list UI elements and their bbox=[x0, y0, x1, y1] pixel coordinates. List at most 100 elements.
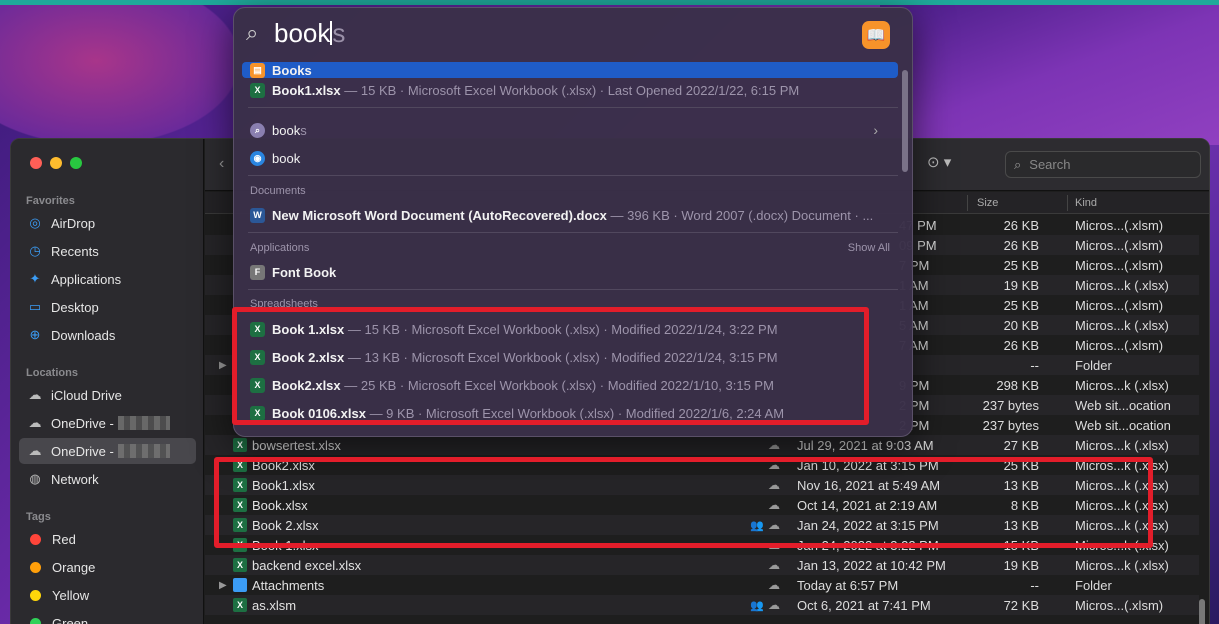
more-options-icon[interactable]: ⊙ ▾ bbox=[927, 153, 951, 171]
file-list-scrollbar[interactable] bbox=[1199, 599, 1205, 624]
spotlight-result-row[interactable]: X Book1.xlsx — 15 KB · Microsoft Excel W… bbox=[242, 76, 898, 104]
table-row[interactable]: X Book2.xlsx ☁ Jan 10, 2022 at 3:15 PM 25 KB… bbox=[205, 455, 1199, 475]
sidebar-item-airdrop[interactable]: ◎ AirDrop bbox=[19, 210, 196, 236]
disclosure-triangle-icon[interactable]: ▶ bbox=[219, 580, 227, 591]
cloud-download-icon[interactable]: ☁ bbox=[768, 538, 780, 552]
result-name: Book1.xlsx bbox=[272, 82, 341, 98]
result-meta: — 13 KB · Microsoft Excel Workbook (.xls… bbox=[344, 349, 778, 365]
file-kind: Folder bbox=[1075, 357, 1112, 373]
result-title: Book 2.xlsx — 13 KB · Microsoft Excel Wo… bbox=[272, 350, 778, 365]
file-size: 25 KB bbox=[1003, 257, 1039, 273]
search-icon: ⌕ bbox=[250, 122, 265, 138]
minimize-window-button[interactable] bbox=[50, 157, 62, 169]
file-kind: Micros...k (.xlsx) bbox=[1075, 437, 1169, 453]
sidebar-item-desktop[interactable]: ▭ Desktop bbox=[19, 294, 196, 320]
wallpaper-shape bbox=[880, 5, 1219, 145]
section-heading-documents: Documents bbox=[250, 185, 306, 197]
sidebar-section-tags: Tags bbox=[26, 511, 51, 523]
sidebar-tag-red[interactable]: Red bbox=[19, 526, 196, 552]
result-meta: — 396 KB · Word 2007 (.docx) Document · … bbox=[606, 207, 874, 223]
finder-search-input[interactable]: ⌕ Search bbox=[1005, 151, 1201, 178]
sidebar-item-label: OneDrive - bbox=[51, 443, 114, 459]
file-size: 13 KB bbox=[1003, 477, 1039, 493]
sidebar-tag-green[interactable]: Green bbox=[19, 610, 196, 624]
cloud-download-icon[interactable]: ☁ bbox=[768, 518, 780, 532]
file-size: 298 KB bbox=[996, 377, 1039, 393]
spotlight-result-row[interactable]: F Font Book bbox=[242, 258, 898, 286]
section-divider bbox=[248, 289, 898, 290]
cloud-download-icon[interactable]: ☁ bbox=[768, 478, 780, 492]
cloud-download-icon[interactable]: ☁ bbox=[768, 458, 780, 472]
spotlight-result-row[interactable]: X Book 2.xlsx — 13 KB · Microsoft Excel … bbox=[242, 343, 898, 371]
result-name: New Microsoft Word Document (AutoRecover… bbox=[272, 207, 607, 223]
spotlight-result-row[interactable]: X Book 1.xlsx — 15 KB · Microsoft Excel … bbox=[242, 315, 898, 343]
table-row[interactable]: X Book1.xlsx ☁ Nov 16, 2021 at 5:49 AM 13 KB… bbox=[205, 475, 1199, 495]
cloud-download-icon[interactable]: ☁ bbox=[768, 598, 780, 612]
column-header-kind[interactable]: Kind bbox=[1075, 197, 1097, 209]
back-icon[interactable]: ‹ bbox=[219, 155, 224, 173]
cloud-download-icon[interactable]: ☁ bbox=[768, 438, 780, 452]
sidebar-item-network[interactable]: ◍ Network bbox=[19, 466, 196, 492]
file-name: bowsertest.xlsx bbox=[252, 437, 341, 453]
cloud-icon: ☁ bbox=[28, 443, 42, 458]
spotlight-query[interactable]: books bbox=[274, 18, 345, 49]
file-size: 72 KB bbox=[1003, 597, 1039, 613]
word-file-icon: W bbox=[250, 207, 265, 223]
table-row[interactable]: Xbowsertest.xlsx ☁ Jul 29, 2021 at 9:03 AM… bbox=[205, 435, 1199, 455]
suggestion-typed: book bbox=[272, 122, 301, 138]
sidebar-item-downloads[interactable]: ⊕ Downloads bbox=[19, 322, 196, 348]
file-kind: Micros...k (.xlsx) bbox=[1075, 377, 1169, 393]
globe-icon: ◍ bbox=[29, 471, 41, 486]
spotlight-result-row[interactable]: W New Microsoft Word Document (AutoRecov… bbox=[242, 201, 898, 229]
file-kind: Web sit...ocation bbox=[1075, 417, 1171, 433]
sidebar-section-locations: Locations bbox=[26, 367, 78, 379]
disclosure-triangle-icon[interactable]: ▶ bbox=[219, 360, 227, 371]
file-size: 237 bytes bbox=[982, 417, 1039, 433]
spotlight-search-field[interactable]: ⌕ books 📖 bbox=[234, 8, 912, 60]
cloud-download-icon[interactable]: ☁ bbox=[768, 498, 780, 512]
excel-file-icon: X bbox=[250, 377, 265, 393]
redacted-account-name bbox=[117, 416, 170, 430]
excel-file-icon: X bbox=[250, 349, 265, 365]
table-row[interactable]: X Book.xlsx ☁ Oct 14, 2021 at 2:19 AM 8 KB Mi… bbox=[205, 495, 1199, 515]
spotlight-suggestion-row[interactable]: ◉ book bbox=[242, 144, 898, 172]
file-name: backend excel.xlsx bbox=[252, 557, 362, 573]
file-kind: Micros...(.xlsm) bbox=[1075, 257, 1164, 273]
table-row[interactable]: ▶ Attachments ☁ Today at 6:57 PM -- Folder bbox=[205, 575, 1199, 595]
column-header-size[interactable]: Size bbox=[977, 197, 998, 209]
excel-file-icon: X bbox=[233, 518, 247, 532]
spotlight-result-row[interactable]: X Book2.xlsx — 25 KB · Microsoft Excel W… bbox=[242, 371, 898, 399]
file-size: 27 KB bbox=[1003, 437, 1039, 453]
cloud-download-icon[interactable]: ☁ bbox=[768, 558, 780, 572]
sidebar-item-applications[interactable]: ✦ Applications bbox=[19, 266, 196, 292]
sidebar-item-onedrive-2[interactable]: ☁ OneDrive - bbox=[19, 438, 196, 464]
file-name: Book 2.xlsx bbox=[252, 517, 319, 533]
redacted-account-name bbox=[117, 444, 170, 458]
show-all-link[interactable]: Show All bbox=[848, 242, 890, 254]
table-row[interactable]: Xbackend excel.xlsx ☁ Jan 13, 2022 at 10:4… bbox=[205, 555, 1199, 575]
table-row[interactable]: Xas.xlsm 👥 ☁ Oct 6, 2021 at 7:41 PM 72 KB Mic… bbox=[205, 595, 1199, 615]
sidebar-tag-orange[interactable]: Orange bbox=[19, 554, 196, 580]
cloud-download-icon[interactable]: ☁ bbox=[768, 578, 780, 592]
close-window-button[interactable] bbox=[30, 157, 42, 169]
excel-file-icon: X bbox=[233, 558, 247, 572]
sidebar-item-icloud-drive[interactable]: ☁ iCloud Drive bbox=[19, 382, 196, 408]
file-kind: Web sit...ocation bbox=[1075, 397, 1171, 413]
spotlight-result-row[interactable]: X Book 0106.xlsx — 9 KB · Microsoft Exce… bbox=[242, 399, 898, 427]
file-kind: Folder bbox=[1075, 577, 1112, 593]
section-divider bbox=[248, 175, 898, 176]
sidebar-tag-yellow[interactable]: Yellow bbox=[19, 582, 196, 608]
sidebar-item-label: Applications bbox=[51, 271, 122, 287]
excel-file-icon: X bbox=[233, 538, 247, 552]
sidebar-item-recents[interactable]: ◷ Recents bbox=[19, 238, 196, 264]
table-row[interactable]: X Book 2.xlsx 👥 ☁ Jan 24, 2022 at 3:15 PM 13 … bbox=[205, 515, 1199, 535]
tag-color-dot bbox=[30, 617, 41, 624]
spotlight-suggestion-row[interactable]: ⌕ books › bbox=[242, 116, 898, 144]
sidebar-item-onedrive-1[interactable]: ☁ OneDrive - bbox=[19, 410, 196, 436]
excel-file-icon: X bbox=[250, 321, 265, 337]
spotlight-scrollbar[interactable] bbox=[902, 70, 908, 172]
zoom-window-button[interactable] bbox=[70, 157, 82, 169]
file-kind: Micros...(.xlsm) bbox=[1075, 237, 1164, 253]
date-modified: Jan 10, 2022 at 3:15 PM bbox=[797, 457, 939, 473]
table-row[interactable]: X Book 1.xlsx ☁ Jan 24, 2022 at 3:22 PM 15 K… bbox=[205, 535, 1199, 555]
